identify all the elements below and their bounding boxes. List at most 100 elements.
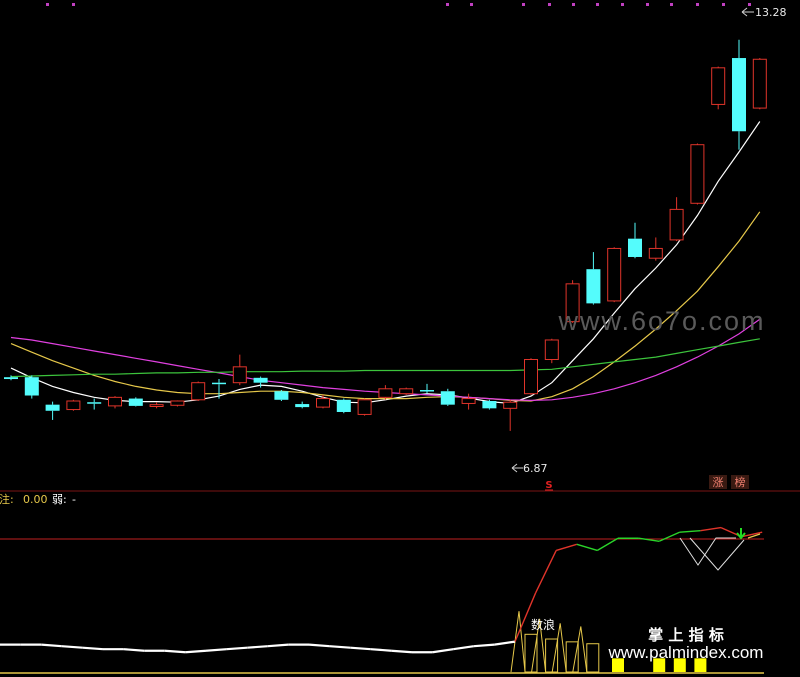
indicator-bar-frame-27	[565, 641, 579, 673]
candle-9	[191, 381, 206, 402]
trend-segment-12	[226, 646, 248, 651]
candle-body	[690, 144, 705, 204]
candle-body	[274, 391, 289, 400]
candle-body	[212, 382, 226, 385]
candle-7	[149, 402, 164, 409]
candle-16	[336, 398, 351, 414]
trend-segment-10	[185, 649, 207, 654]
top-dot-7	[596, 3, 599, 6]
high-arrow-icon	[741, 7, 754, 17]
trend-segment-30	[597, 537, 619, 552]
trend-segment-3	[41, 643, 62, 648]
moving-average-lines	[10, 121, 761, 405]
ma-line-0	[10, 121, 761, 405]
top-dot-11	[696, 3, 699, 6]
candle-body	[24, 377, 39, 396]
candle-body	[45, 404, 60, 411]
top-dot-2	[446, 3, 449, 6]
candle-body	[482, 401, 497, 409]
candle-33	[690, 143, 705, 205]
candle-body	[149, 404, 164, 407]
header-attention-label: 关注:	[0, 492, 14, 506]
candle-body	[461, 398, 476, 404]
candle-8	[170, 400, 185, 407]
candle-body	[711, 67, 726, 105]
candle-22	[461, 393, 476, 410]
candle-31	[648, 237, 663, 261]
candle-19	[399, 387, 414, 395]
low-arrow-icon	[511, 463, 523, 473]
candle-body	[316, 398, 330, 408]
candle-21	[440, 388, 455, 406]
candlestick-series	[4, 39, 767, 431]
candle-28	[586, 252, 601, 305]
candle-24	[503, 399, 518, 431]
trend-segment-16	[308, 643, 330, 648]
indicator-bar-outline-28	[572, 626, 588, 673]
indicator-bar-frame-28	[586, 643, 600, 673]
trend-segment-27	[534, 550, 557, 594]
trend-segment-17	[329, 645, 351, 649]
trend-segment-9	[164, 649, 186, 654]
candle-20	[420, 383, 434, 394]
top-dot-10	[670, 3, 673, 6]
trend-segment-11	[205, 648, 227, 652]
tag-rank: 榜	[735, 475, 746, 489]
low-annotation: 6.87	[511, 462, 548, 475]
candle-body	[357, 399, 372, 415]
top-dot-0	[46, 3, 49, 6]
candle-body	[503, 401, 518, 409]
ma-line-3	[10, 338, 760, 378]
wave-label: 数浪	[531, 617, 555, 632]
candle-body	[191, 382, 206, 401]
indicator-bar-frame-26	[545, 638, 559, 673]
top-dot-6	[572, 3, 575, 6]
candle-body	[524, 359, 538, 395]
candle-3	[66, 399, 81, 411]
stock-chart: www.6o7o.com 13.28 6.87 S 涨 榜 关注: 0.00 弱…	[0, 3, 800, 674]
top-dot-1	[72, 3, 75, 6]
candle-body	[108, 396, 122, 407]
signal-marker: S	[545, 480, 552, 491]
candle-body	[4, 377, 18, 380]
candle-body	[648, 247, 663, 259]
candle-body	[586, 269, 601, 304]
candle-26	[544, 338, 559, 364]
high-annotation: 13.28	[741, 6, 787, 19]
candle-body	[170, 400, 185, 406]
top-dot-3	[470, 3, 473, 6]
candle-4	[87, 398, 102, 410]
trend-segment-18	[350, 646, 371, 651]
trend-segment-25	[494, 640, 516, 646]
candle-body	[669, 208, 684, 241]
trend-segment-35	[700, 526, 722, 532]
candle-15	[316, 394, 330, 409]
brand-url: www.palmindex.com	[608, 643, 764, 662]
candle-body	[232, 366, 247, 384]
candle-body	[628, 238, 642, 257]
candle-body	[732, 58, 746, 132]
indicator-header: 关注: 0.00 弱: -	[0, 492, 76, 506]
top-dot-13	[748, 3, 751, 6]
watermark: www.6o7o.com	[557, 306, 765, 336]
trend-segment-28	[556, 543, 577, 552]
header-weak-value: -	[72, 493, 76, 506]
candle-29	[607, 247, 622, 303]
header-weak-label: 弱:	[52, 493, 67, 506]
candle-2	[45, 401, 60, 420]
trend-segment-22	[432, 648, 454, 654]
candle-6	[128, 397, 143, 407]
trend-segment-19	[370, 648, 392, 652]
candle-23	[482, 399, 497, 410]
candle-body	[420, 390, 434, 392]
brand-title: 掌 上 指 标	[648, 626, 724, 644]
candle-body	[87, 402, 102, 404]
header-attention-value: 0.00	[23, 493, 48, 506]
low-price-label: 6.87	[523, 462, 548, 475]
zigzag-pattern	[679, 537, 745, 571]
trend-segment-24	[473, 643, 495, 648]
trend-segment-23	[453, 645, 474, 651]
candle-32	[669, 197, 684, 242]
indicator-bar-frame-25	[524, 633, 538, 673]
candle-11	[232, 354, 247, 386]
